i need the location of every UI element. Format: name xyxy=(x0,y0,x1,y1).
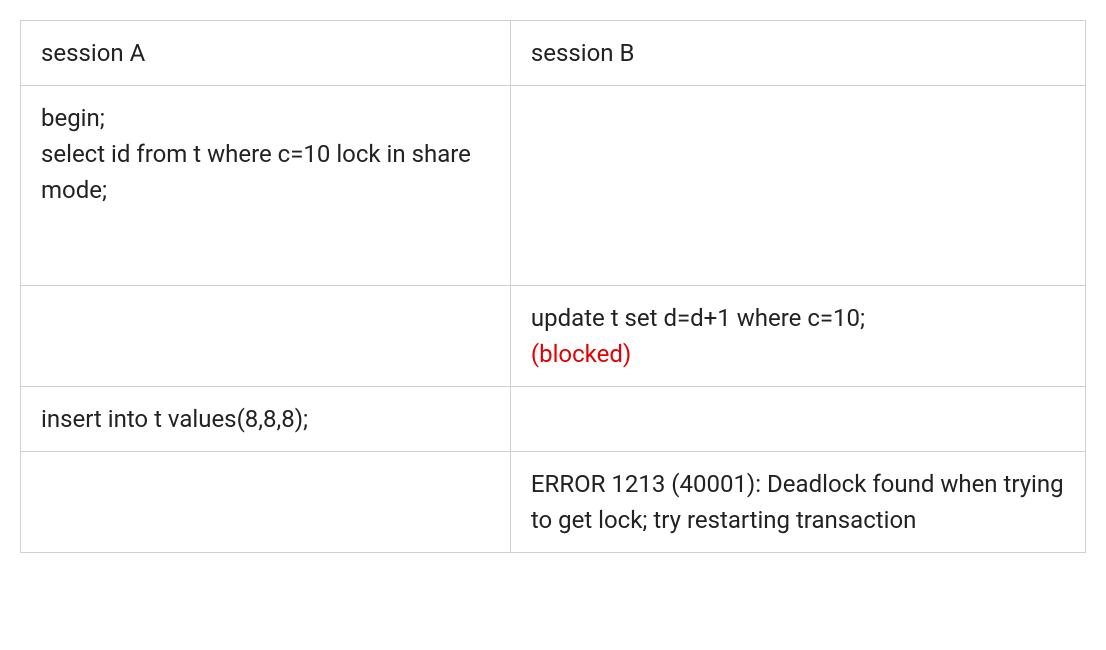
sql-statement: insert into t values(8,8,8); xyxy=(41,401,490,437)
cell-session-a xyxy=(21,452,511,553)
sql-statement: select id from t where c=10 lock in shar… xyxy=(41,136,490,208)
cell-session-a xyxy=(21,286,511,387)
cell-session-b: ERROR 1213 (40001): Deadlock found when … xyxy=(510,452,1085,553)
sql-statement: begin; xyxy=(41,100,490,136)
header-session-a: session A xyxy=(21,21,511,86)
sql-session-table: session A session B begin; select id fro… xyxy=(20,20,1086,553)
status-blocked: (blocked) xyxy=(531,336,1065,372)
error-message: ERROR 1213 (40001): Deadlock found when … xyxy=(531,466,1065,538)
cell-session-b: update t set d=d+1 where c=10; (blocked) xyxy=(510,286,1085,387)
table-row: insert into t values(8,8,8); xyxy=(21,387,1086,452)
table-header-row: session A session B xyxy=(21,21,1086,86)
table-row: begin; select id from t where c=10 lock … xyxy=(21,86,1086,286)
header-session-b: session B xyxy=(510,21,1085,86)
cell-session-b xyxy=(510,86,1085,286)
table-row: ERROR 1213 (40001): Deadlock found when … xyxy=(21,452,1086,553)
cell-session-a: insert into t values(8,8,8); xyxy=(21,387,511,452)
cell-session-a: begin; select id from t where c=10 lock … xyxy=(21,86,511,286)
cell-session-b xyxy=(510,387,1085,452)
sql-statement: update t set d=d+1 where c=10; xyxy=(531,300,1065,336)
table-row: update t set d=d+1 where c=10; (blocked) xyxy=(21,286,1086,387)
